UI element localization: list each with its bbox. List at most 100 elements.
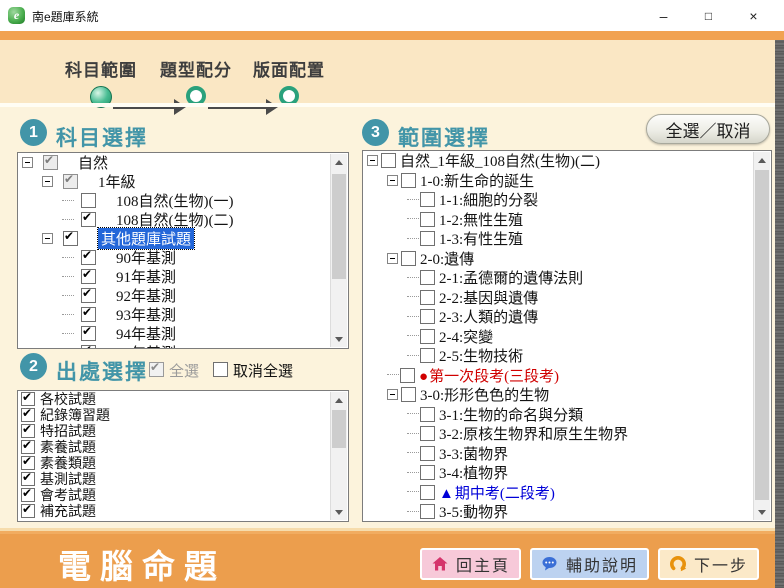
checkbox[interactable]	[420, 290, 435, 305]
tree-node[interactable]: 2-0:遺傳	[363, 249, 771, 269]
checkbox[interactable]	[81, 269, 96, 284]
tree-node[interactable]: 1-0:新生命的誕生	[363, 171, 771, 191]
checkbox[interactable]	[420, 212, 435, 227]
checkbox[interactable]	[420, 426, 435, 441]
maximize-icon[interactable]: □	[686, 0, 731, 31]
step-2[interactable]: 題型配分	[146, 56, 246, 106]
tree-node[interactable]: 3-2:原核生物界和原生生物界	[363, 424, 771, 444]
tree-node[interactable]: 3-1:生物的命名與分類	[363, 405, 771, 425]
tree-node[interactable]: 3-0:形形色色的生物	[363, 385, 771, 405]
checkbox[interactable]	[420, 407, 435, 422]
tree-node[interactable]: 1年級	[18, 172, 348, 191]
collapse-icon[interactable]	[22, 157, 33, 168]
tree-node[interactable]: 2-4:突變	[363, 327, 771, 347]
scrollbar[interactable]	[330, 154, 347, 347]
tree-node[interactable]: 自然	[18, 153, 348, 172]
scroll-down-icon[interactable]	[331, 504, 347, 520]
deselect-all-checkbox[interactable]	[213, 362, 228, 377]
tree-node[interactable]: 1-2:無性生殖	[363, 210, 771, 230]
tree-node[interactable]: 91年基測	[18, 267, 348, 286]
tree-node[interactable]: ●第一次段考(三段考)	[363, 366, 771, 386]
collapse-icon[interactable]	[387, 389, 398, 400]
checkbox[interactable]	[21, 392, 35, 406]
scrollbar[interactable]	[753, 152, 770, 520]
tree-node[interactable]: 108自然(生物)(一)	[18, 191, 348, 210]
tree-node[interactable]: 3-5:動物界	[363, 502, 771, 522]
tree-node[interactable]: ▲期中考(二段考)	[363, 483, 771, 503]
scrollbar-thumb[interactable]	[332, 410, 346, 448]
tree-node[interactable]: 1-3:有性生殖	[363, 229, 771, 249]
tree-node[interactable]: 3-3:菌物界	[363, 444, 771, 464]
help-button[interactable]: 輔助說明	[530, 548, 649, 580]
checkbox[interactable]	[21, 472, 35, 486]
tree-node[interactable]: 92年基測	[18, 286, 348, 305]
checkbox[interactable]	[81, 307, 96, 322]
checkbox[interactable]	[420, 192, 435, 207]
list-item[interactable]: 補充試題	[18, 503, 348, 519]
tree-node[interactable]: 1-1:細胞的分裂	[363, 190, 771, 210]
collapse-icon[interactable]	[387, 175, 398, 186]
tree-node[interactable]: 93年基測	[18, 305, 348, 324]
checkbox[interactable]	[401, 387, 416, 402]
checkbox[interactable]	[420, 485, 435, 500]
checkbox[interactable]	[420, 309, 435, 324]
tree-node[interactable]: 95年基測	[18, 343, 348, 349]
tree-node[interactable]: 2-1:孟德爾的遺傳法則	[363, 268, 771, 288]
checkbox[interactable]	[420, 465, 435, 480]
scroll-down-icon[interactable]	[331, 331, 347, 347]
scroll-up-icon[interactable]	[331, 154, 347, 170]
checkbox[interactable]	[81, 326, 96, 341]
tree-node[interactable]: 90年基測	[18, 248, 348, 267]
collapse-icon[interactable]	[42, 176, 53, 187]
scrollbar-thumb[interactable]	[332, 174, 346, 279]
checkbox[interactable]	[381, 153, 396, 168]
collapse-icon[interactable]	[42, 233, 53, 244]
checkbox[interactable]	[63, 231, 78, 246]
collapse-icon[interactable]	[367, 155, 378, 166]
tree-node[interactable]: 自然_1年級_108自然(生物)(二)	[363, 151, 771, 171]
checkbox[interactable]	[21, 504, 35, 518]
checkbox[interactable]	[81, 345, 96, 349]
tree-node[interactable]: 2-2:基因與遺傳	[363, 288, 771, 308]
tree-node[interactable]: 94年基測	[18, 324, 348, 343]
collapse-icon[interactable]	[387, 253, 398, 264]
scroll-up-icon[interactable]	[331, 392, 347, 408]
next-button[interactable]: 下一步	[658, 548, 759, 580]
checkbox[interactable]	[81, 250, 96, 265]
checkbox[interactable]	[81, 212, 96, 227]
scroll-down-icon[interactable]	[754, 504, 770, 520]
checkbox[interactable]	[21, 440, 35, 454]
tree-node[interactable]: 2-5:生物技術	[363, 346, 771, 366]
checkbox[interactable]	[401, 251, 416, 266]
scrollbar-thumb[interactable]	[755, 170, 769, 500]
checkbox[interactable]	[420, 270, 435, 285]
checkbox[interactable]	[21, 424, 35, 438]
checkbox[interactable]	[420, 348, 435, 363]
home-button[interactable]: 回主頁	[420, 548, 521, 580]
scroll-up-icon[interactable]	[754, 152, 770, 168]
toggle-all-button[interactable]: 全選／取消	[646, 114, 770, 144]
tree-node[interactable]: 3-4:植物界	[363, 463, 771, 483]
checkbox[interactable]	[21, 456, 35, 470]
checkbox[interactable]	[420, 446, 435, 461]
tree-node[interactable]: 108自然(生物)(二)	[18, 210, 348, 229]
checkbox[interactable]	[81, 193, 96, 208]
minimize-icon[interactable]: –	[641, 0, 686, 31]
step-3[interactable]: 版面配置	[239, 56, 339, 106]
checkbox[interactable]	[81, 288, 96, 303]
checkbox[interactable]	[420, 329, 435, 344]
step-1[interactable]: 科目範圍	[51, 56, 151, 108]
tree-node[interactable]: 3-6:認識古代的生物	[363, 522, 771, 523]
select-all-checkbox[interactable]	[149, 362, 164, 377]
close-icon[interactable]: ×	[731, 0, 776, 31]
checkbox[interactable]	[420, 231, 435, 246]
checkbox[interactable]	[43, 155, 58, 170]
checkbox[interactable]	[21, 488, 35, 502]
tree-node[interactable]: 其他題庫試題	[18, 229, 348, 248]
scrollbar[interactable]	[330, 392, 347, 520]
tree-node[interactable]: 2-3:人類的遺傳	[363, 307, 771, 327]
checkbox[interactable]	[420, 504, 435, 519]
checkbox[interactable]	[21, 408, 35, 422]
checkbox[interactable]	[63, 174, 78, 189]
checkbox[interactable]	[401, 173, 416, 188]
